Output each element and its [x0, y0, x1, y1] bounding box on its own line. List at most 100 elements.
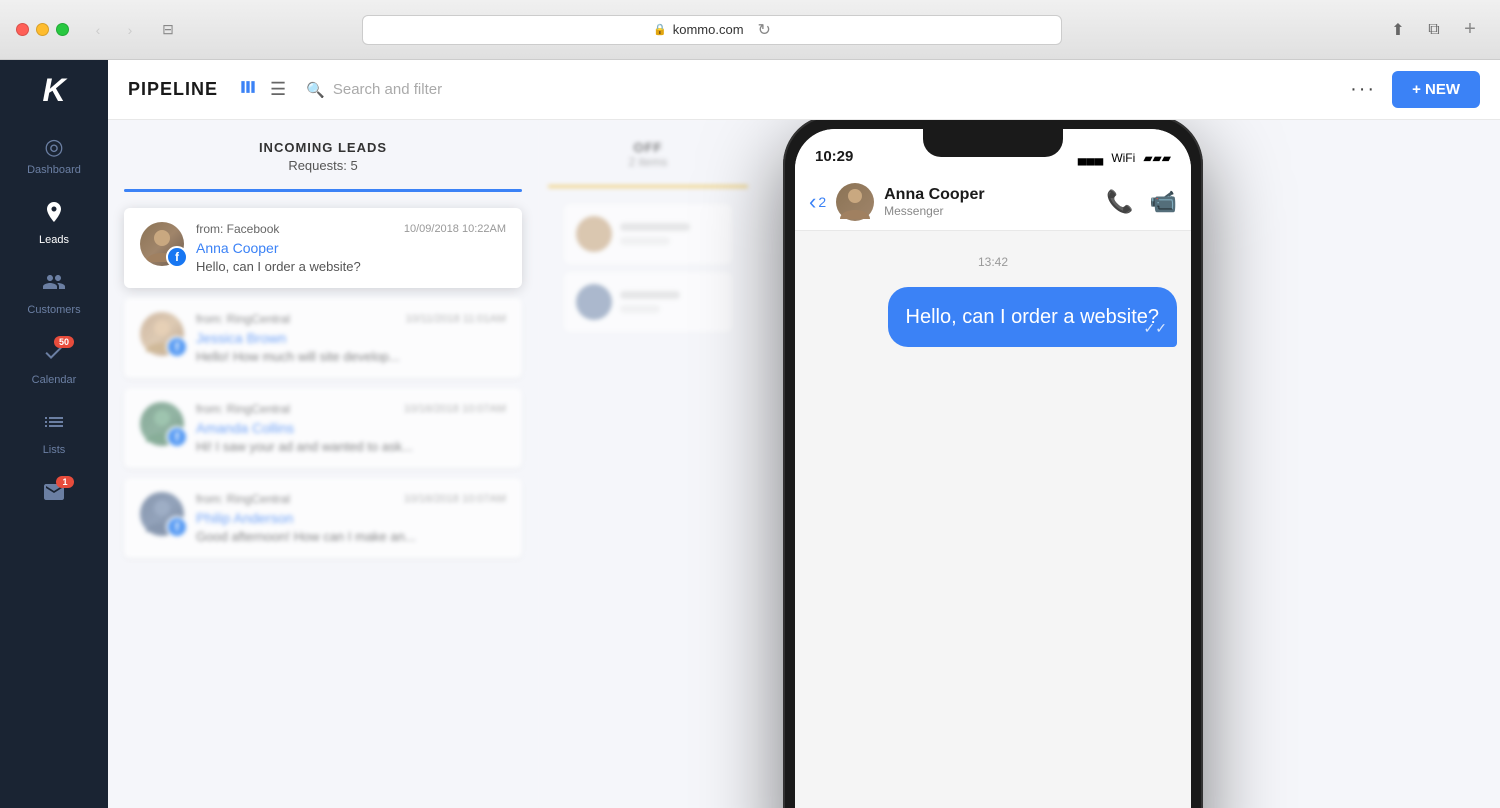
lead-time: 10/16/2018 10:07AM — [404, 493, 506, 505]
chat-timestamp: 13:42 — [809, 255, 1177, 269]
calendar-badge: 50 — [54, 336, 74, 348]
lead-content: from: RingCentral 10/16/2018 10:07AM Phi… — [196, 492, 506, 544]
sidebar-item-leads[interactable]: Leads — [0, 186, 108, 256]
chat-bubble: Hello, can I order a website? ✓✓ — [888, 287, 1177, 347]
sidebar-logo[interactable]: K — [0, 60, 108, 120]
contact-platform: Messenger — [884, 204, 1096, 218]
lead-name: Anna Cooper — [196, 240, 506, 256]
sidebar: K ◎ Dashboard Leads — [0, 60, 108, 808]
lead-content: from: RingCentral 10/16/2018 10:07AM Ama… — [196, 402, 506, 454]
lead-message: Hello! How much will site develop... — [196, 349, 506, 364]
sidebar-label-leads: Leads — [39, 234, 69, 246]
contact-name: Anna Cooper — [884, 186, 1096, 204]
lead-content: from: RingCentral 10/11/2018 11:01AM Jes… — [196, 312, 506, 364]
lead-name: Jessica Brown — [196, 330, 506, 346]
lead-card[interactable]: f from: RingCentral 10/16/2018 10:07AM A… — [124, 388, 522, 468]
lead-time: 10/11/2018 11:01AM — [405, 313, 506, 325]
back-button[interactable]: ‹ — [85, 17, 111, 43]
phone-mockup: 10:29 ▄▄▄ WiFi ▰▰▰ ‹ — [718, 120, 1268, 808]
chat-body: 13:42 Hello, can I order a website? ✓✓ — [795, 231, 1191, 808]
sidebar-item-calendar[interactable]: 50 Calendar — [0, 326, 108, 396]
view-icons: ☰ — [234, 73, 290, 106]
chat-bubble-wrap: Hello, can I order a website? ✓✓ — [809, 287, 1177, 347]
mail-badge: 1 — [56, 476, 74, 488]
sidebar-item-lists[interactable]: Lists — [0, 396, 108, 466]
facebook-badge: f — [166, 516, 188, 538]
minimize-button[interactable] — [36, 23, 49, 36]
column-subtitle: Requests: 5 — [124, 158, 522, 173]
address-bar[interactable]: 🔒 kommo.com ↻ — [362, 15, 1062, 45]
traffic-lights — [16, 23, 69, 36]
phone-screen: 10:29 ▄▄▄ WiFi ▰▰▰ ‹ — [795, 129, 1191, 808]
sidebar-label-customers: Customers — [27, 304, 80, 316]
search-icon: 🔍 — [306, 81, 325, 99]
back-button[interactable]: ‹ 2 — [809, 189, 826, 215]
lead-card[interactable]: f from: Facebook 10/09/2018 10:22AM Anna… — [124, 208, 522, 288]
lead-meta: from: RingCentral 10/16/2018 10:07AM — [196, 402, 506, 416]
address-text: kommo.com — [673, 22, 744, 37]
lead-card[interactable]: f from: RingCentral 10/11/2018 11:01AM J… — [124, 298, 522, 378]
column-divider — [124, 189, 522, 192]
sidebar-toggle-button[interactable]: ⊟ — [155, 17, 181, 43]
search-bar[interactable]: 🔍 Search and filter — [306, 81, 1334, 99]
contact-info: Anna Cooper Messenger — [884, 186, 1096, 218]
close-button[interactable] — [16, 23, 29, 36]
lead-meta: from: Facebook 10/09/2018 10:22AM — [196, 222, 506, 236]
calendar-icon: 50 — [42, 340, 66, 370]
lead-time: 10/16/2018 10:07AM — [404, 403, 506, 415]
contact-avatar — [836, 183, 874, 221]
column-header: INCOMING LEADS Requests: 5 — [124, 140, 522, 173]
search-placeholder: Search and filter — [333, 81, 442, 98]
dashboard-icon: ◎ — [44, 134, 63, 160]
browser-chrome: ‹ › ⊟ 🔒 kommo.com ↻ ⬆ ⧉ + — [0, 0, 1500, 60]
lead-content: from: Facebook 10/09/2018 10:22AM Anna C… — [196, 222, 506, 274]
lead-message: Good afternoon! How can I make an... — [196, 529, 506, 544]
forward-button[interactable]: › — [117, 17, 143, 43]
chat-message: Hello, can I order a website? — [906, 306, 1159, 328]
facebook-badge: f — [166, 336, 188, 358]
sidebar-item-mail[interactable]: 1 — [0, 466, 108, 524]
lead-source: from: RingCentral — [196, 312, 290, 326]
battery-icon: ▰▰▰ — [1143, 151, 1171, 165]
chat-header: ‹ 2 Anna Cooper — [795, 173, 1191, 231]
lead-name: Philip Anderson — [196, 510, 506, 526]
lead-meta: from: RingCentral 10/16/2018 10:07AM — [196, 492, 506, 506]
maximize-button[interactable] — [56, 23, 69, 36]
sidebar-label-lists: Lists — [43, 444, 66, 456]
toolbar: PIPELINE ☰ 🔍 Search and filter ··· + NEW — [108, 60, 1500, 120]
facebook-badge: f — [166, 426, 188, 448]
lead-card[interactable]: f from: RingCentral 10/16/2018 10:07AM P… — [124, 478, 522, 558]
chat-actions: 📞 📹 — [1106, 189, 1177, 215]
pipeline-area: INCOMING LEADS Requests: 5 — [108, 120, 1500, 808]
video-call-icon[interactable]: 📹 — [1150, 189, 1177, 215]
new-button[interactable]: + NEW — [1392, 71, 1480, 108]
lead-source: from: RingCentral — [196, 402, 290, 416]
phone-call-icon[interactable]: 📞 — [1106, 189, 1133, 215]
list-view-button[interactable]: ☰ — [266, 73, 290, 106]
phone-notch — [923, 129, 1063, 157]
signal-icon: ▄▄▄ — [1078, 151, 1104, 165]
leads-column: INCOMING LEADS Requests: 5 — [108, 120, 538, 808]
sidebar-item-customers[interactable]: Customers — [0, 256, 108, 326]
avatar-wrap: f — [140, 402, 184, 446]
wifi-icon: WiFi — [1111, 151, 1135, 165]
sidebar-label-calendar: Calendar — [32, 374, 77, 386]
lead-source: from: Facebook — [196, 222, 279, 236]
sidebar-nav: ◎ Dashboard Leads Customers — [0, 120, 108, 808]
back-count: 2 — [818, 194, 826, 210]
lists-icon — [42, 410, 66, 440]
refresh-button[interactable]: ↻ — [758, 20, 771, 40]
sidebar-item-dashboard[interactable]: ◎ Dashboard — [0, 120, 108, 186]
duplicate-button[interactable]: ⧉ — [1420, 16, 1448, 44]
new-tab-button[interactable]: + — [1456, 16, 1484, 44]
share-button[interactable]: ⬆ — [1384, 16, 1412, 44]
more-options-button[interactable]: ··· — [1350, 78, 1376, 101]
column-title: INCOMING LEADS — [124, 140, 522, 155]
right-area: OFF 2 items — [538, 120, 1500, 808]
page-title: PIPELINE — [128, 79, 218, 100]
leads-icon — [42, 200, 66, 230]
avatar-wrap: f — [140, 312, 184, 356]
column-view-button[interactable] — [234, 73, 262, 106]
lead-message: Hello, can I order a website? — [196, 259, 506, 274]
phone-time: 10:29 — [815, 148, 853, 165]
